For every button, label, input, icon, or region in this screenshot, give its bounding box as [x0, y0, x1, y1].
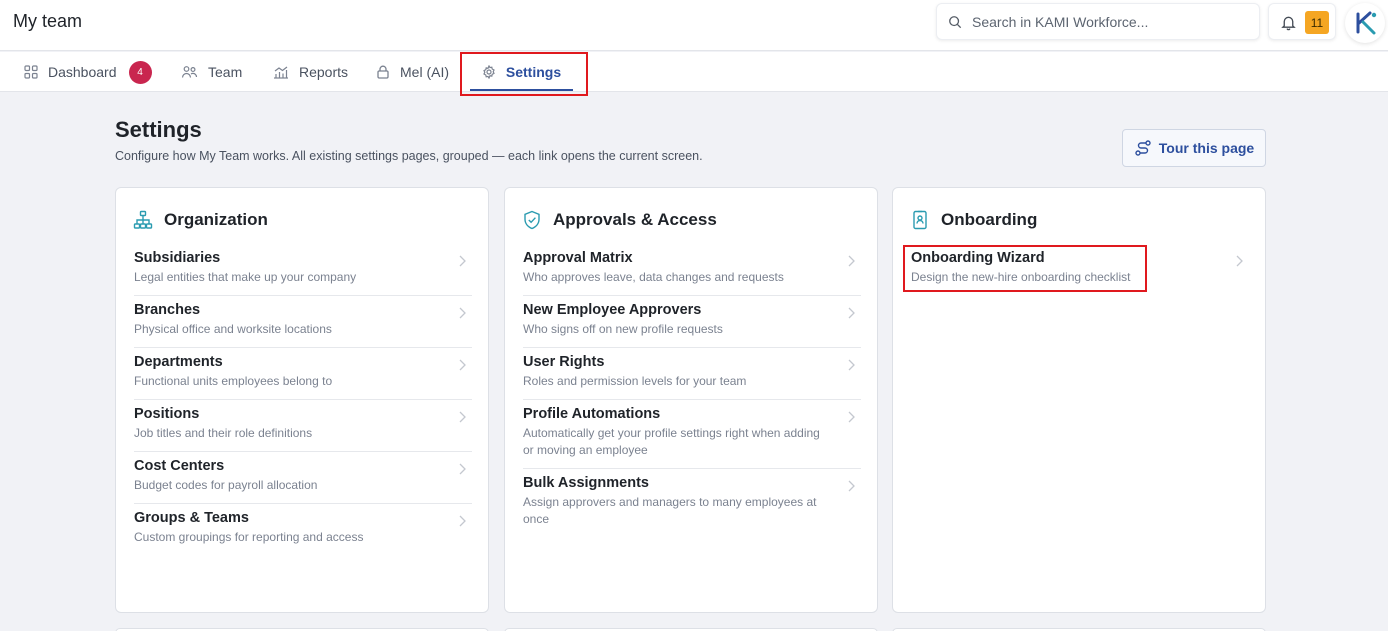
chevron-right-icon: [459, 463, 466, 475]
chevron-right-icon: [848, 307, 855, 319]
item-title: Subsidiaries: [134, 250, 221, 266]
chevron-right-icon: [848, 359, 855, 371]
tab-dashboard[interactable]: Dashboard 4: [24, 52, 152, 92]
tab-label: Reports: [299, 64, 349, 80]
settings-link-onboarding-wizard[interactable]: Onboarding Wizard Design the new-hire on…: [911, 244, 1249, 295]
item-description: Budget codes for payroll allocation: [134, 478, 318, 492]
card-header: Onboarding: [910, 210, 1037, 230]
item-title: New Employee Approvers: [523, 302, 702, 318]
search-input[interactable]: [972, 13, 1252, 30]
tour-page-button[interactable]: Tour this page: [1122, 129, 1266, 167]
page-subtitle: Configure how My Team works. All existin…: [115, 149, 703, 163]
chevron-right-icon: [459, 359, 466, 371]
bell-icon: [1281, 16, 1296, 31]
kami-logo[interactable]: [1345, 3, 1385, 43]
item-description: Roles and permission levels for your tea…: [523, 374, 747, 388]
settings-link-subsidiaries[interactable]: Subsidiaries Legal entities that make up…: [134, 244, 472, 296]
item-description: Legal entities that make up your company: [134, 270, 357, 284]
item-description: Who signs off on new profile requests: [523, 322, 723, 336]
page-title: Settings: [115, 117, 202, 142]
notifications-button[interactable]: 11: [1268, 3, 1336, 40]
card-title: Approvals & Access: [553, 210, 717, 229]
top-bar: My team 11: [0, 0, 1388, 51]
card-title: Onboarding: [941, 210, 1038, 229]
chevron-right-icon: [1236, 255, 1243, 267]
card-header: Organization: [133, 210, 268, 230]
tab-bar: Dashboard 4 Team Reports Mel (AI) Settin…: [0, 52, 1388, 92]
card-title: Organization: [164, 210, 268, 229]
item-title: Cost Centers: [134, 458, 225, 474]
tab-reports[interactable]: Reports: [273, 52, 348, 92]
item-title: Approval Matrix: [523, 250, 633, 266]
chevron-right-icon: [848, 480, 855, 492]
item-title: Onboarding Wizard: [911, 250, 1045, 266]
item-title: Bulk Assignments: [523, 475, 649, 491]
people-icon: [181, 66, 198, 78]
settings-link-groups-teams[interactable]: Groups & Teams Custom groupings for repo…: [134, 504, 472, 555]
organization-card: Organization Subsidiaries Legal entities…: [115, 187, 489, 613]
tab-label: Settings: [505, 64, 562, 80]
settings-link-user-rights[interactable]: User Rights Roles and permission levels …: [523, 348, 861, 400]
grid-icon: [24, 65, 38, 79]
approvals-access-card: Approvals & Access Approval Matrix Who a…: [504, 187, 878, 613]
tab-settings[interactable]: Settings: [470, 52, 573, 92]
chevron-right-icon: [459, 515, 466, 527]
tab-label: Team: [208, 64, 243, 80]
id-badge-icon: [913, 210, 927, 230]
item-title: Branches: [134, 302, 201, 318]
item-description: Automatically get your profile settings …: [523, 426, 820, 457]
onboarding-card: Onboarding Onboarding Wizard Design the …: [892, 187, 1266, 613]
item-description: Assign approvers and managers to many em…: [523, 495, 817, 526]
dashboard-badge: 4: [128, 60, 152, 84]
chart-icon: [274, 66, 288, 79]
gear-icon: [483, 65, 495, 79]
chevron-right-icon: [459, 307, 466, 319]
item-description: Design the new-hire onboarding checklist: [911, 270, 1131, 284]
settings-link-profile-automations[interactable]: Profile Automations Automatically get yo…: [523, 400, 861, 469]
settings-link-positions[interactable]: Positions Job titles and their role defi…: [134, 400, 472, 452]
item-title: Departments: [134, 354, 223, 370]
settings-link-bulk-assignments[interactable]: Bulk Assignments Assign approvers and ma…: [523, 469, 861, 537]
item-title: Positions: [134, 406, 200, 422]
active-tab-indicator: [470, 89, 573, 91]
item-description: Who approves leave, data changes and req…: [523, 270, 784, 284]
settings-link-cost-centers[interactable]: Cost Centers Budget codes for payroll al…: [134, 452, 472, 504]
settings-link-branches[interactable]: Branches Physical office and worksite lo…: [134, 296, 472, 348]
item-description: Functional units employees belong to: [134, 374, 333, 388]
chevron-right-icon: [459, 255, 466, 267]
item-description: Physical office and worksite locations: [134, 322, 332, 336]
settings-link-new-employee-approvers[interactable]: New Employee Approvers Who signs off on …: [523, 296, 861, 348]
item-title: Profile Automations: [523, 406, 661, 422]
notification-count: 11: [1305, 11, 1329, 34]
app-title: My team: [13, 11, 83, 31]
shield-check-icon: [524, 210, 540, 230]
search-icon: [949, 15, 962, 28]
tab-label: Dashboard: [48, 64, 117, 80]
tour-button-label: Tour this page: [1158, 140, 1255, 156]
settings-link-approval-matrix[interactable]: Approval Matrix Who approves leave, data…: [523, 244, 861, 296]
card-items: Onboarding Wizard Design the new-hire on…: [911, 244, 1249, 295]
tab-team[interactable]: Team: [181, 52, 242, 92]
item-title: Groups & Teams: [134, 510, 249, 526]
logo-icon: [1356, 11, 1377, 35]
item-title: User Rights: [523, 354, 605, 370]
search-box[interactable]: [936, 3, 1260, 40]
settings-link-departments[interactable]: Departments Functional units employees b…: [134, 348, 472, 400]
chevron-right-icon: [848, 411, 855, 423]
tab-mel-ai[interactable]: Mel (AI): [376, 52, 449, 92]
tab-label: Mel (AI): [400, 64, 449, 80]
org-chart-icon: [133, 210, 153, 229]
item-description: Job titles and their role definitions: [134, 426, 313, 440]
card-header: Approvals & Access: [522, 210, 717, 230]
chevron-right-icon: [848, 255, 855, 267]
item-description: Custom groupings for reporting and acces…: [134, 530, 364, 544]
card-items: Approval Matrix Who approves leave, data…: [523, 244, 861, 537]
lock-icon: [377, 65, 389, 79]
card-items: Subsidiaries Legal entities that make up…: [134, 244, 472, 555]
route-icon: [1135, 140, 1151, 156]
chevron-right-icon: [459, 411, 466, 423]
